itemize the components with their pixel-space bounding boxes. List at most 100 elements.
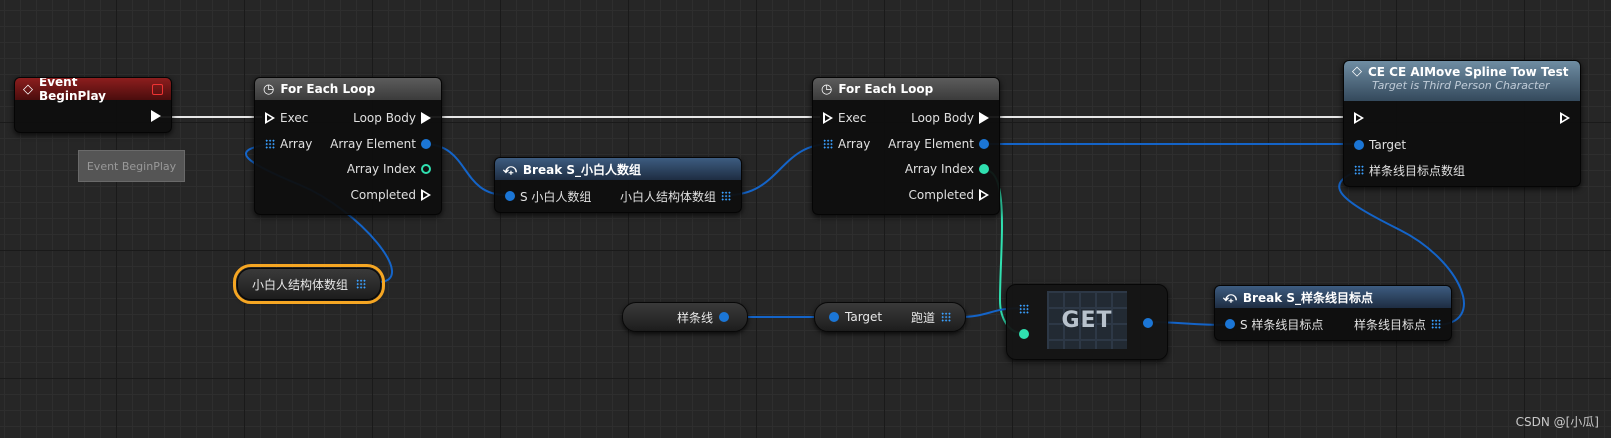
completed-label: Completed — [908, 188, 974, 202]
exec-in-pin-icon[interactable] — [265, 112, 275, 124]
param-row[interactable]: 样条线目标点数组 — [1354, 160, 1465, 180]
watermark: CSDN @[小瓜] — [1515, 415, 1599, 429]
variable-xiaobai-array[interactable]: 小白人结构体数组 — [233, 264, 385, 304]
track-label: 跑道 — [910, 310, 935, 325]
break-header: ⤽ Break S_小白人数组 — [495, 158, 741, 180]
loop-body-label: Loop Body — [353, 111, 416, 125]
break-header: ⤽ Break S_样条线目标点 — [1215, 286, 1451, 308]
target-label: Target — [1369, 138, 1407, 152]
target-label: Target — [845, 310, 883, 324]
exec-label: Exec — [838, 111, 867, 125]
array-index-row[interactable]: Array Index — [347, 159, 431, 179]
track-output[interactable]: 跑道 — [911, 309, 951, 326]
break-spline-node[interactable]: ⤽ Break S_样条线目标点 S 样条线目标点 样条线目标点 — [1214, 285, 1452, 341]
loop-body-pin-icon[interactable] — [979, 112, 989, 124]
array-label: Array — [838, 137, 871, 151]
variable-label: 小白人结构体数组 — [251, 277, 348, 292]
object-pin-icon[interactable] — [829, 312, 839, 322]
function-call-node[interactable]: ◇ CE CE AIMove Spline Tow Test Target is… — [1343, 60, 1581, 187]
get-label: GET — [1047, 291, 1127, 349]
event-diamond-icon: ◇ — [23, 81, 33, 97]
break-input-row[interactable]: S 样条线目标点 — [1225, 314, 1323, 334]
foreach-loop-node-1[interactable]: ◷ For Each Loop Exec Array Loop Body Arr… — [254, 77, 442, 215]
array-pin-icon[interactable] — [356, 279, 366, 289]
exec-in-pin-icon[interactable] — [1354, 112, 1364, 124]
event-exec-out[interactable] — [151, 106, 161, 126]
break-struct-icon: ⤽ — [1223, 289, 1237, 305]
array-in-row[interactable]: Array — [823, 134, 870, 154]
break-input-row[interactable]: S 小白人数组 — [505, 186, 591, 206]
completed-row[interactable]: Completed — [351, 185, 431, 205]
object-pin-icon[interactable] — [719, 312, 729, 322]
object-pin-icon[interactable] — [979, 139, 989, 149]
foreach-header: ◷ For Each Loop — [813, 78, 999, 100]
array-pin-icon[interactable] — [265, 139, 275, 149]
break-title: Break S_样条线目标点 — [1242, 290, 1374, 305]
array-get-node[interactable]: GET — [1006, 284, 1168, 360]
exec-out-pin-icon[interactable] — [151, 110, 161, 122]
exec-in-row[interactable] — [1354, 108, 1364, 128]
array-pin-icon[interactable] — [1431, 319, 1441, 329]
event-beginplay-node[interactable]: ◇ Event BeginPlay — [14, 77, 172, 133]
array-pin-icon[interactable] — [1354, 165, 1364, 175]
object-pin-icon[interactable] — [1225, 319, 1235, 329]
array-index-label: Array Index — [346, 162, 416, 176]
array-element-row[interactable]: Array Element — [888, 134, 989, 154]
exec-in-pin-icon[interactable] — [823, 112, 833, 124]
array-pin-icon[interactable] — [1019, 304, 1029, 314]
object-pin-icon[interactable] — [1143, 318, 1153, 328]
break-output-label: 样条线目标点 — [1353, 317, 1426, 332]
object-pin-icon[interactable] — [1354, 140, 1364, 150]
loop-body-row[interactable]: Loop Body — [911, 108, 989, 128]
foreach-header: ◷ For Each Loop — [255, 78, 441, 100]
completed-pin-icon[interactable] — [979, 189, 989, 201]
exec-out-row[interactable] — [1560, 108, 1570, 128]
break-input-label: S 样条线目标点 — [1240, 317, 1324, 332]
function-title: CE CE AIMove Spline Tow Test — [1368, 64, 1569, 79]
array-pin-icon[interactable] — [941, 312, 951, 322]
variable-label: 样条线 — [676, 310, 713, 325]
variable-spline[interactable]: 样条线 — [622, 302, 748, 332]
array-index-row[interactable]: Array Index — [905, 159, 989, 179]
comment-text: Event BeginPlay — [86, 159, 177, 173]
comment-box[interactable]: Event BeginPlay — [78, 150, 185, 182]
get-track-node[interactable]: Target 跑道 — [814, 302, 966, 332]
completed-pin-icon[interactable] — [421, 189, 431, 201]
function-header: ◇ CE CE AIMove Spline Tow Test Target is… — [1344, 61, 1580, 101]
integer-pin-icon[interactable] — [979, 164, 989, 174]
break-struct-icon: ⤽ — [503, 161, 517, 177]
loop-body-row[interactable]: Loop Body — [353, 108, 431, 128]
function-diamond-icon: ◇ — [1352, 64, 1362, 79]
macro-clock-icon: ◷ — [821, 81, 833, 97]
array-element-row[interactable]: Array Element — [330, 134, 431, 154]
object-pin-icon[interactable] — [505, 191, 515, 201]
integer-pin-icon[interactable] — [1019, 329, 1029, 339]
foreach-title: For Each Loop — [280, 82, 376, 96]
function-subtitle: Target is Third Person Character — [1372, 79, 1550, 92]
exec-in-row[interactable]: Exec — [265, 108, 308, 128]
break-xiaobai-node[interactable]: ⤽ Break S_小白人数组 S 小白人数组 小白人结构体数组 — [494, 157, 742, 213]
exec-out-pin-icon[interactable] — [1560, 112, 1570, 124]
target-row[interactable]: Target — [1354, 135, 1406, 155]
exec-in-row[interactable]: Exec — [823, 108, 866, 128]
array-in-row[interactable]: Array — [265, 134, 312, 154]
array-pin-icon[interactable] — [721, 191, 731, 201]
completed-label: Completed — [350, 188, 416, 202]
break-output-label: 小白人结构体数组 — [619, 189, 716, 204]
break-output-row[interactable]: 小白人结构体数组 — [620, 186, 731, 206]
array-label: Array — [280, 137, 313, 151]
macro-clock-icon: ◷ — [263, 81, 275, 97]
foreach-loop-node-2[interactable]: ◷ For Each Loop Exec Array Loop Body Arr… — [812, 77, 1000, 215]
event-delegate-icon[interactable] — [152, 83, 163, 95]
integer-pin-icon[interactable] — [421, 164, 431, 174]
break-output-row[interactable]: 样条线目标点 — [1354, 314, 1441, 334]
array-element-label: Array Element — [888, 137, 974, 151]
loop-body-pin-icon[interactable] — [421, 112, 431, 124]
break-input-label: S 小白人数组 — [520, 189, 592, 204]
loop-body-label: Loop Body — [911, 111, 974, 125]
event-title: Event BeginPlay — [39, 77, 106, 103]
array-pin-icon[interactable] — [823, 139, 833, 149]
object-pin-icon[interactable] — [421, 139, 431, 149]
completed-row[interactable]: Completed — [909, 185, 989, 205]
target-input[interactable]: Target — [829, 310, 882, 324]
